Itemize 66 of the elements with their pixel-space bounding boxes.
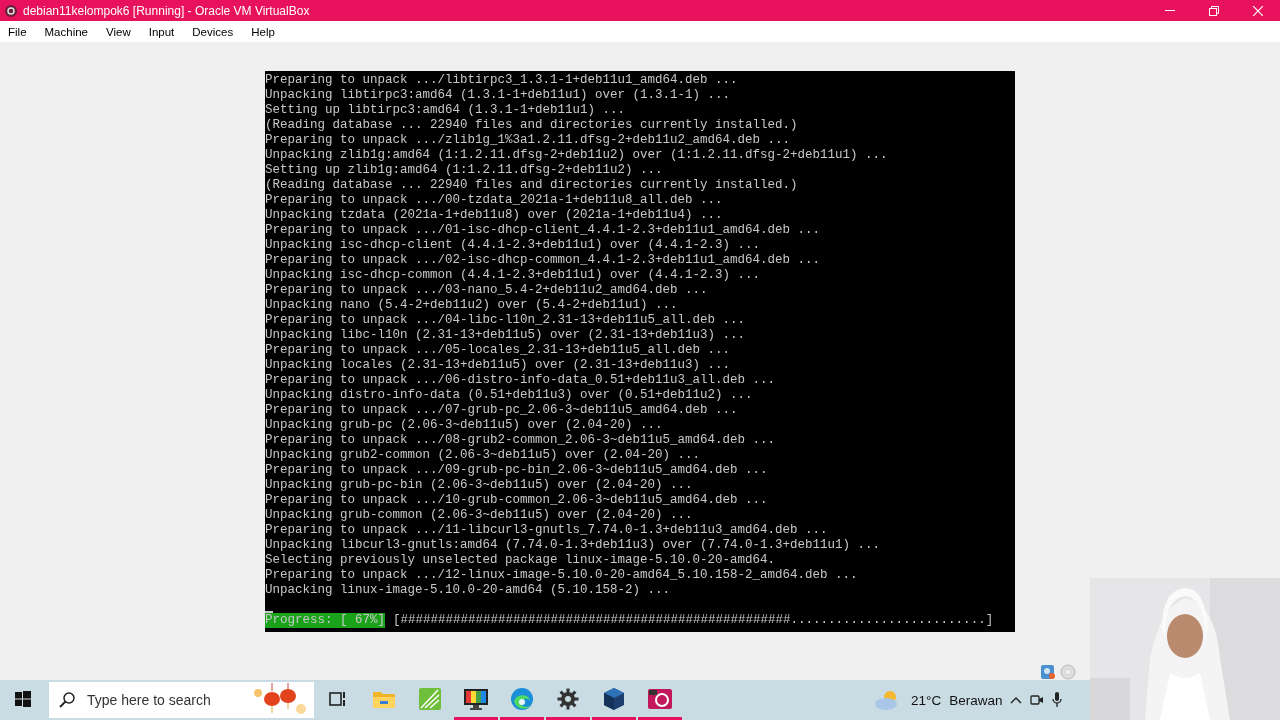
terminal-line: (Reading database ... 22940 files and directories currently installed.) [265,118,798,133]
terminal-line: Setting up libtirpc3:amd64 (1.3.1-1+deb11u1) ... [265,103,626,118]
progress-hashes-text: [####################################################..........................] [393,613,994,628]
terminal-line: Unpacking grub-pc-bin (2.06-3~deb11u5) over (2.04-20) ... [265,478,693,493]
text-cursor [265,611,273,613]
weather-condition: Berawan [949,692,1003,708]
terminal-line: Selecting previously unselected package linux-image-5.10.0-20-amd64. [265,553,776,568]
browser-icon [510,686,534,711]
terminal-line: Preparing to unpack .../02-isc-dhcp-common_4.4.1-2.3+deb11u1_amd64.deb ... [265,253,821,268]
restore-icon [1209,5,1219,16]
terminal-line: Preparing to unpack .../libtirpc3_1.3.1-1+deb11u1_amd64.deb ... [265,73,738,88]
terminal-line: Unpacking linux-image-5.10.0-20-amd64 (5.10.158-2) ... [265,583,671,598]
progress-label: Progress: [ 67%] [265,613,386,628]
weather-temperature: 21°C [911,692,942,708]
terminal-line: Unpacking zlib1g:amd64 (1:1.2.11.dfsg-2+deb11u2) over (1:1.2.11.dfsg-2+deb11u1) ... [265,148,888,163]
terminal-line: Unpacking grub-common (2.06-3~deb11u5) over (2.04-20) ... [265,508,693,523]
terminal-line: Preparing to unpack .../08-grub2-common_2.06-3~deb11u5_amd64.deb ... [265,433,776,448]
menu-item[interactable]: Help [245,25,281,38]
video-camera-icon [1030,693,1045,707]
terminal-line: Unpacking nano (5.4-2+deb11u2) over (5.4-2+deb11u1) ... [265,298,678,313]
terminal-line: Preparing to unpack .../zlib1g_1%3a1.2.11.dfsg-2+deb11u2_amd64.deb ... [265,133,791,148]
terminal-line: Preparing to unpack .../11-libcurl3-gnutls_7.74.0-1.3+deb11u3_amd64.deb ... [265,523,828,538]
terminal-line: Preparing to unpack .../06-distro-info-data_0.51+deb11u3_all.deb ... [265,373,776,388]
terminal-line: Unpacking isc-dhcp-client (4.4.1-2.3+deb11u1) over (4.4.1-2.3) ... [265,238,761,253]
terminal-line: Unpacking locales (2.31-13+deb11u5) over (2.31-13+deb11u3) ... [265,358,731,373]
terminal-line: (Reading database ... 22940 files and directories currently installed.) [265,178,798,193]
terminal-line: Preparing to unpack .../03-nano_5.4-2+deb11u2_amd64.deb ... [265,283,708,298]
menu-item[interactable]: File [2,25,33,38]
cube-icon [602,686,626,711]
monitor-icon [463,686,489,711]
terminal-line: Unpacking libc-l10n (2.31-13+deb11u5) over (2.31-13+deb11u3) ... [265,328,746,343]
terminal-line: Preparing to unpack .../05-locales_2.31-13+deb11u5_all.deb ... [265,343,731,358]
terminal-line: Preparing to unpack .../09-grub-pc-bin_2.06-3~deb11u5_amd64.deb ... [265,463,768,478]
search-icon [59,692,75,708]
terminal-line: Unpacking libcurl3-gnutls:amd64 (7.74.0-1.3+deb11u3) over (7.74.0-1.3+deb11u1) ... [265,538,881,553]
terminal-line: Setting up zlib1g:amd64 (1:1.2.11.dfsg-2+deb11u2) ... [265,163,663,178]
menu-item[interactable]: Input [142,25,181,38]
terminal-line: Preparing to unpack .../00-tzdata_2021a-1+deb11u8_all.deb ... [265,193,723,208]
terminal-line: Preparing to unpack .../10-grub-common_2.06-3~deb11u5_amd64.deb ... [265,493,768,508]
menu-item[interactable]: View [100,25,137,38]
terminal-line: Preparing to unpack .../07-grub-pc_2.06-3~deb11u5_amd64.deb ... [265,403,738,418]
menu-item[interactable]: Machine [38,25,94,38]
search-box[interactable]: Type here to search [49,682,314,718]
terminal-line: Preparing to unpack .../01-isc-dhcp-client_4.4.1-2.3+deb11u1_amd64.deb ... [265,223,821,238]
task-view-icon [329,690,347,707]
close-icon [1253,5,1263,16]
microphone-icon [1052,692,1063,708]
windows-logo-icon [15,690,31,707]
terminal-line: Preparing to unpack .../12-linux-image-5.10.0-20-amd64_5.10.158-2_amd64.deb ... [265,568,858,583]
terminal-line: Unpacking isc-dhcp-common (4.4.1-2.3+deb11u1) over (4.4.1-2.3) ... [265,268,761,283]
search-field[interactable]: Type here to search [85,691,239,709]
pen-strokes-icon [418,686,442,711]
window-title: debian11kelompok6 [Running] - Oracle VM VirtualBox [23,3,310,18]
settings-icon [557,687,579,710]
chevron-up-icon [1010,696,1023,704]
terminal-line: Unpacking grub-pc (2.06-3~deb11u5) over (2.04-20) ... [265,418,663,433]
terminal-line: Unpacking tzdata (2021a-1+deb11u8) over (2021a-1+deb11u4) ... [265,208,723,223]
minimize-icon [1165,10,1175,11]
terminal-line: Unpacking grub2-common (2.06-3~deb11u5) over (2.04-20) ... [265,448,701,463]
terminal-line: Unpacking libtirpc3:amd64 (1.3.1-1+deb11u1) over (1.3.1-1) ... [265,88,731,103]
menu-item[interactable]: Devices [186,25,240,38]
terminal-line: Unpacking distro-info-data (0.51+deb11u3) over (0.51+deb11u2) ... [265,388,753,403]
ring-app-icon [647,686,673,711]
lanterns-drawing [252,683,308,717]
app-logo-icon [4,3,18,18]
terminal-line: Preparing to unpack .../04-libc-l10n_2.31-13+deb11u5_all.deb ... [265,313,746,328]
